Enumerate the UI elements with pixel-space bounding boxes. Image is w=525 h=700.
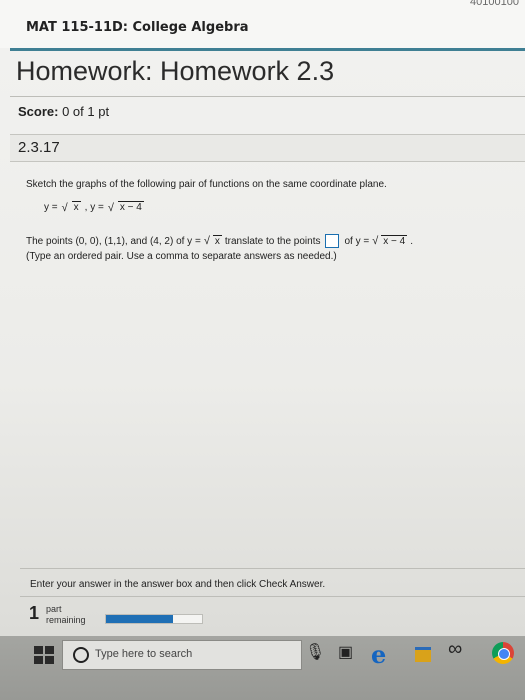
radicand-2: x − 4 xyxy=(117,201,144,213)
answer-hint: (Type an ordered pair. Use a comma to se… xyxy=(26,251,337,262)
file-explorer-icon[interactable] xyxy=(415,647,431,662)
formula-separator: , y = xyxy=(84,202,104,213)
sentence-radicand-2: x − 4 xyxy=(381,234,408,247)
course-title: MAT 115-11D: College Algebra xyxy=(26,20,249,35)
infinity-icon[interactable]: ∞ xyxy=(448,638,462,661)
microphone-icon[interactable]: 🎙 xyxy=(305,642,325,662)
windows-taskbar: Type here to search 🎙 ▣ e ∞ xyxy=(0,636,525,700)
search-icon xyxy=(73,647,89,663)
sqrt-icon: √ xyxy=(203,235,210,247)
question-instruction: Sketch the graphs of the following pair … xyxy=(26,179,387,190)
function-pair: y = √ x , y = √ x − 4 xyxy=(44,201,144,214)
sentence-part-3: of y = xyxy=(344,235,370,247)
course-header: 40100100 MAT 115-11D: College Algebra xyxy=(0,0,525,48)
footer-instruction: Enter your answer in the answer box and … xyxy=(30,579,326,590)
task-view-icon[interactable]: ▣ xyxy=(338,642,353,662)
parts-remaining-count: 1 xyxy=(29,603,40,623)
browser-page: 40100100 MAT 115-11D: College Algebra Ho… xyxy=(0,0,525,636)
sentence-end: . xyxy=(410,235,414,247)
title-divider xyxy=(10,96,525,97)
radicand-1: x xyxy=(71,201,81,213)
sqrt-icon: √ xyxy=(61,201,68,214)
footer-divider xyxy=(20,568,525,569)
formula-prefix: y = xyxy=(44,202,58,213)
search-placeholder: Type here to search xyxy=(95,648,193,660)
sentence-part-2: translate to the points xyxy=(224,235,321,247)
score-display: Score: 0 of 1 pt xyxy=(18,104,109,119)
sentence-radicand-1: x xyxy=(212,234,222,247)
corner-text: 40100100 xyxy=(470,0,519,8)
answer-input-box[interactable] xyxy=(325,234,340,248)
edge-icon[interactable]: e xyxy=(371,640,386,669)
chrome-icon[interactable] xyxy=(492,642,514,664)
translation-sentence: The points (0, 0), (1,1), and (4, 2) of … xyxy=(26,234,413,248)
progress-bar-fill xyxy=(106,615,174,623)
progress-bar xyxy=(105,614,203,624)
sqrt-icon: √ xyxy=(107,201,114,214)
score-label: Score: xyxy=(18,104,59,119)
parts-label-line-2: remaining xyxy=(46,615,86,625)
header-accent-line xyxy=(10,48,525,51)
footer-divider-2 xyxy=(20,596,525,597)
parts-remaining-label: part remaining xyxy=(46,604,86,626)
question-number: 2.3.17 xyxy=(18,139,60,156)
score-value: 0 of 1 pt xyxy=(62,104,110,119)
parts-label-line-1: part xyxy=(46,604,62,614)
taskbar-search-box[interactable]: Type here to search xyxy=(62,640,302,670)
homework-title: Homework: Homework 2.3 xyxy=(16,56,335,86)
question-number-bar: 2.3.17 xyxy=(10,134,525,162)
windows-start-icon[interactable] xyxy=(34,646,54,664)
sqrt-icon: √ xyxy=(372,235,379,247)
sentence-part-1: The points (0, 0), (1,1), and (4, 2) of … xyxy=(26,235,201,247)
